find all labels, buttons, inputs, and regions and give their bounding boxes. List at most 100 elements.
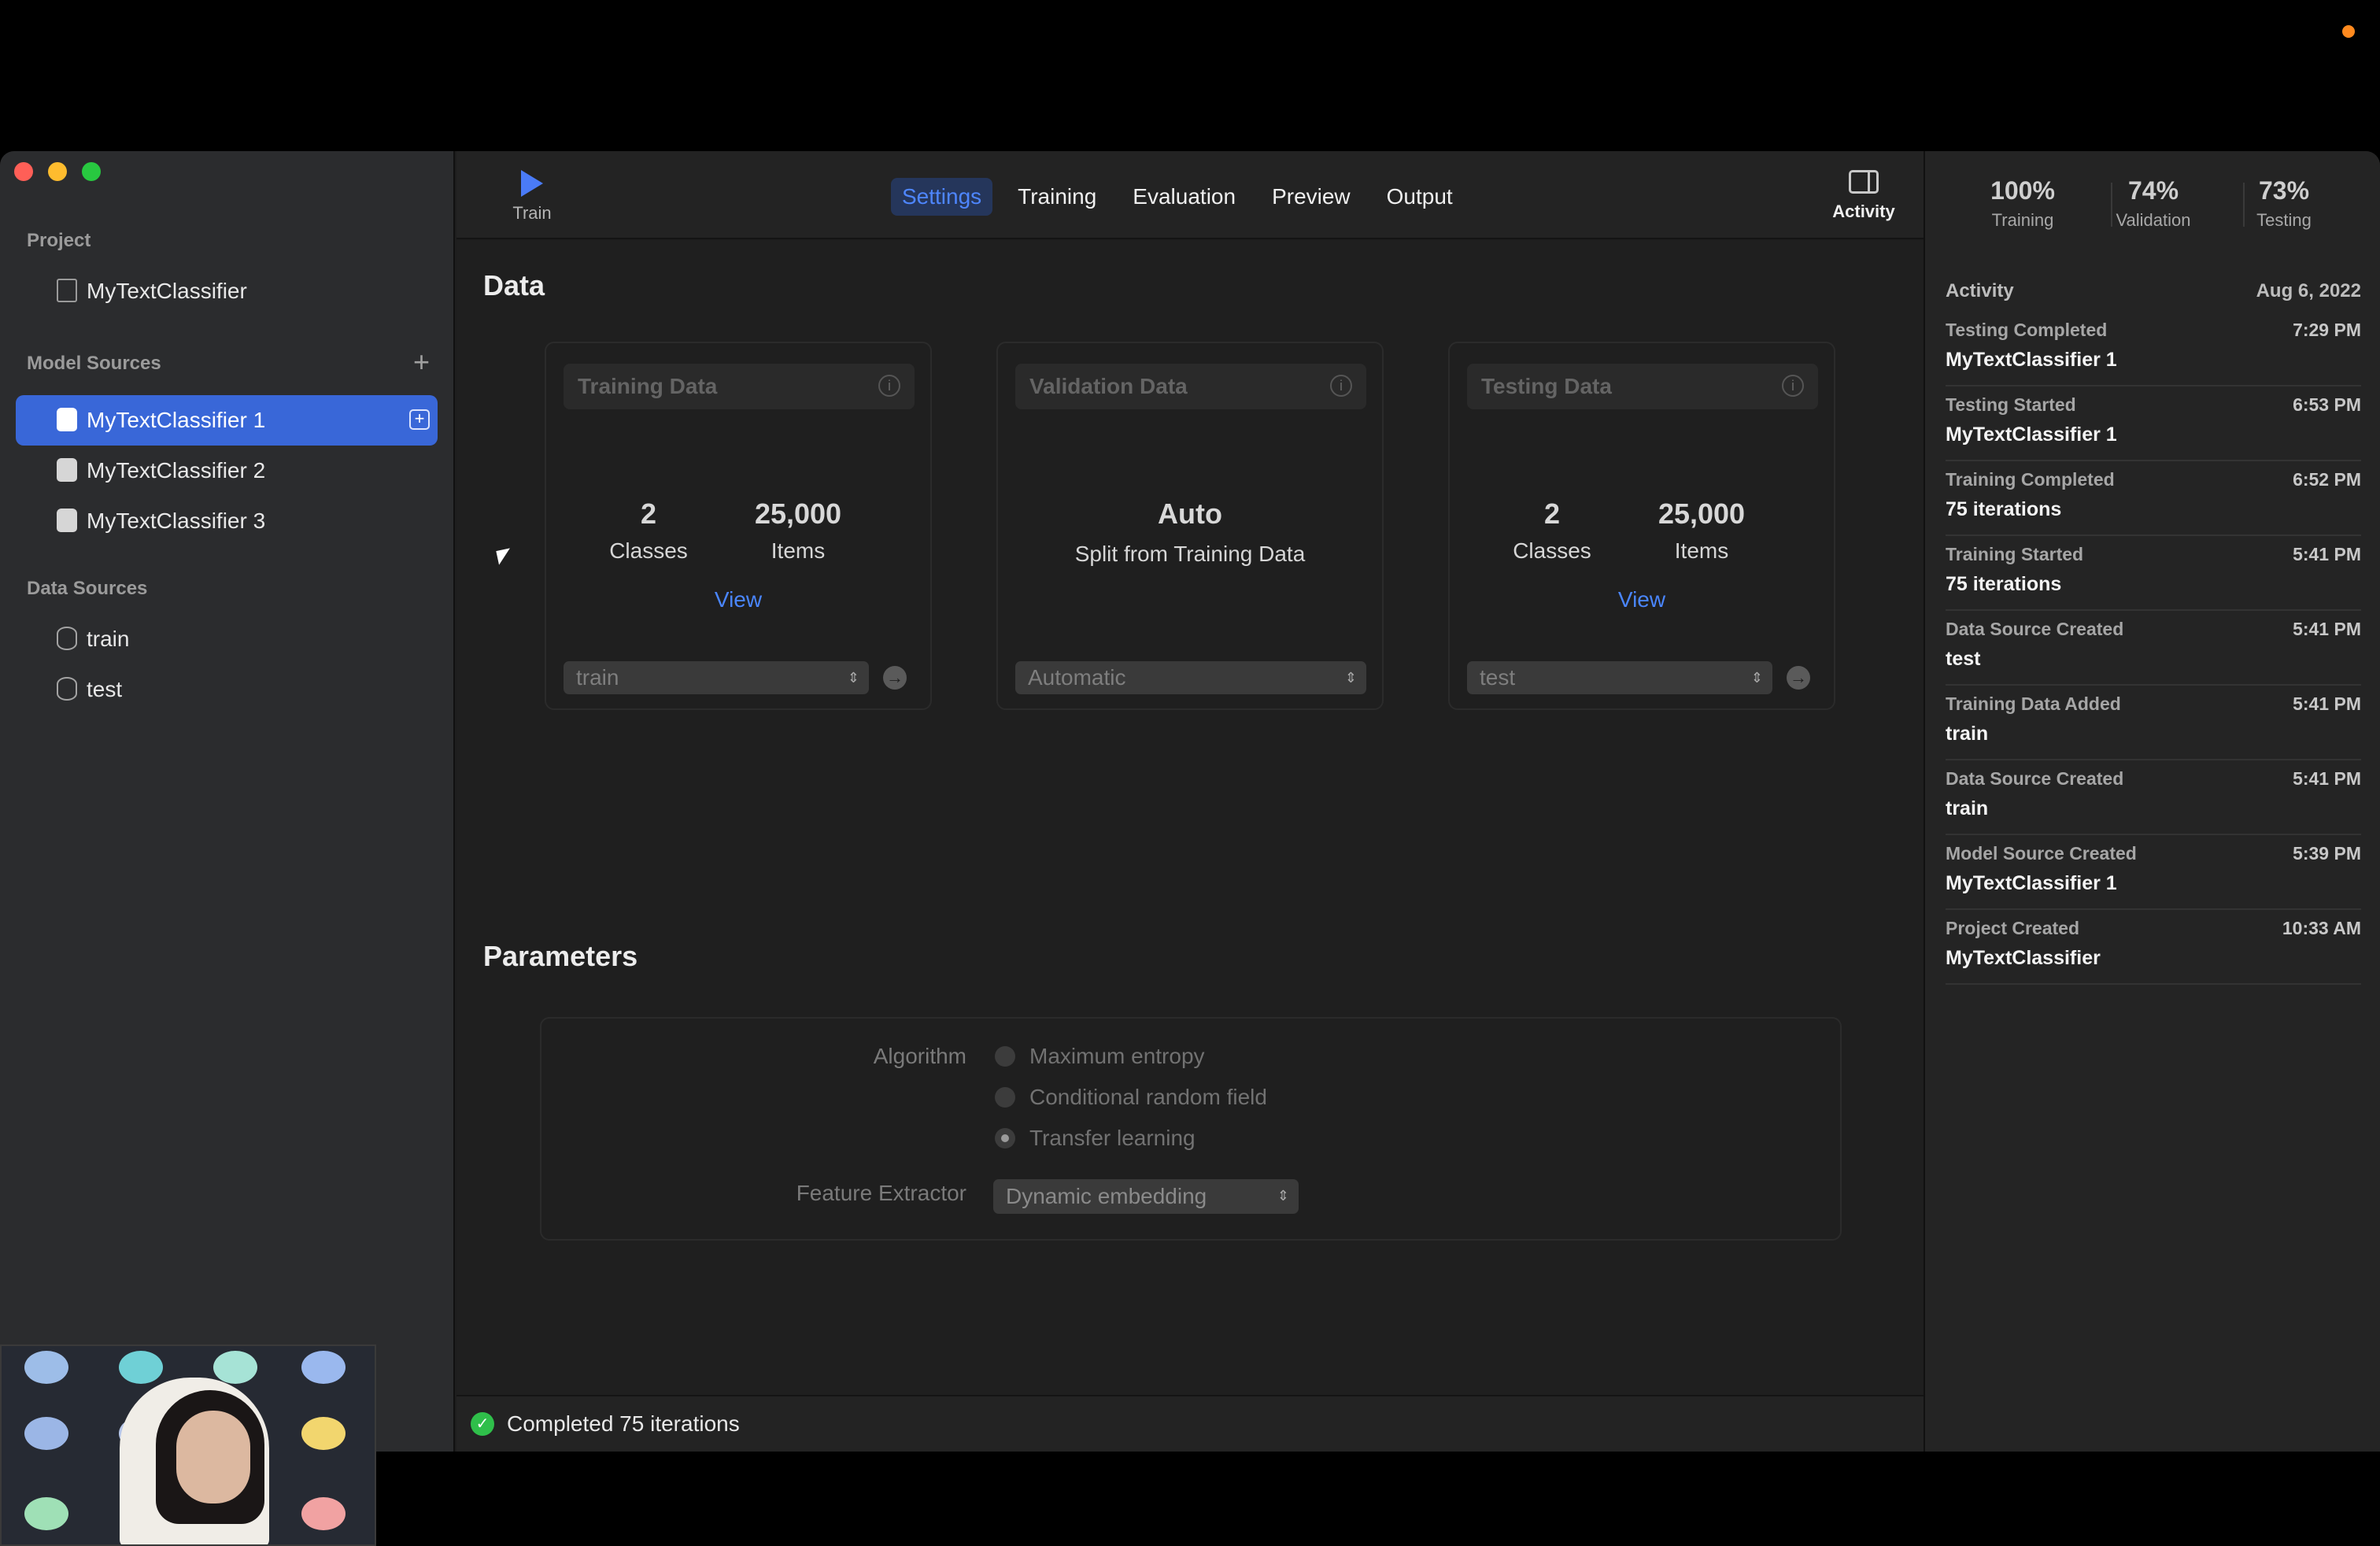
radio-button-selected: [995, 1128, 1015, 1148]
card-header: Training Data i: [564, 364, 915, 409]
validation-source-popup[interactable]: Automatic ⇕: [1015, 661, 1366, 694]
template-tile: [19, 1351, 74, 1395]
text-classification-icon: [24, 1497, 68, 1530]
event-time: 5:41 PM: [2293, 619, 2361, 639]
sidebar-item-project[interactable]: MyTextClassifier: [16, 266, 438, 316]
event-detail: 75 iterations: [1946, 573, 2062, 595]
list-item: Model Source Created 5:39 PM MyTextClass…: [1946, 835, 2361, 910]
radio-label: Transfer learning: [1029, 1126, 1196, 1150]
close-window-button[interactable]: [14, 162, 33, 181]
feature-extractor-popup[interactable]: Dynamic embedding ⇕: [993, 1179, 1299, 1214]
model-source-icon: [57, 408, 77, 431]
activity-date: Aug 6, 2022: [2256, 280, 2361, 301]
view-testing-data-link[interactable]: View: [1450, 587, 1834, 612]
recording-indicator: [2342, 25, 2355, 38]
zoom-window-button[interactable]: [82, 162, 101, 181]
duplicate-model-icon[interactable]: +: [409, 409, 430, 430]
train-button-label: Train: [512, 203, 552, 223]
activity-header: Activity Aug 6, 2022: [1946, 280, 2361, 302]
list-item: Training Completed 6:52 PM 75 iterations: [1946, 461, 2361, 536]
radio-button: [995, 1087, 1015, 1108]
event-time: 5:41 PM: [2293, 768, 2361, 789]
tab-training[interactable]: Training: [1007, 178, 1107, 216]
template-tile: [296, 1417, 351, 1461]
radio-conditional-random-field[interactable]: Conditional random field: [995, 1085, 1267, 1110]
training-source-popup[interactable]: train ⇕: [564, 661, 869, 694]
sidebar-item-model-source-1[interactable]: MyTextClassifier 1 +: [16, 395, 438, 446]
tab-settings[interactable]: Settings: [891, 178, 993, 216]
sidebar: Project MyTextClassifier Model Sources +…: [0, 151, 455, 1452]
screen: Project MyTextClassifier Model Sources +…: [0, 0, 2380, 1546]
testing-source-popup[interactable]: test ⇕: [1467, 661, 1772, 694]
template-tile: [19, 1497, 74, 1541]
items-label: Items: [771, 538, 826, 563]
sidebar-item-label: train: [87, 627, 130, 651]
sidebar-item-data-train[interactable]: train: [16, 614, 438, 664]
info-icon[interactable]: i: [1330, 375, 1352, 397]
object-detection-icon: [119, 1351, 163, 1384]
tab-preview[interactable]: Preview: [1261, 178, 1362, 216]
go-to-source-icon[interactable]: →: [1787, 666, 1810, 690]
style-transfer-icon: [213, 1351, 257, 1384]
chevron-updown-icon: ⇕: [1750, 670, 1763, 686]
presenter-face: [176, 1411, 250, 1503]
database-icon: [57, 627, 77, 650]
info-icon[interactable]: i: [878, 375, 900, 397]
metric-value: 100%: [1990, 176, 2055, 205]
metric-training: 100% Training: [1960, 176, 2086, 231]
event-time: 5:41 PM: [2293, 693, 2361, 714]
event-detail: 75 iterations: [1946, 498, 2062, 520]
action-classification-icon: [24, 1417, 68, 1450]
event-detail: MyTextClassifier 1: [1946, 872, 2117, 894]
testing-data-card: Testing Data i 2 Classes 25,000 Items Vi…: [1448, 342, 1835, 710]
activity-panel: 100% Training 74% Validation 73% Testing…: [1924, 151, 2380, 1452]
template-tile: [296, 1351, 351, 1395]
card-header: Testing Data i: [1467, 364, 1818, 409]
classes-stat: 2 Classes: [1513, 497, 1591, 564]
hand-pose-icon: [301, 1351, 346, 1384]
card-title: Training Data: [578, 374, 718, 398]
metric-validation: 74% Validation: [2090, 176, 2216, 231]
activity-title: Activity: [1946, 280, 2014, 301]
template-tile: [296, 1497, 351, 1541]
card-header: Validation Data i: [1015, 364, 1366, 409]
tab-output[interactable]: Output: [1376, 178, 1464, 216]
classes-count: 2: [640, 497, 657, 530]
classes-label: Classes: [1513, 538, 1591, 563]
card-title: Testing Data: [1481, 374, 1612, 398]
event-detail: MyTextClassifier: [1946, 947, 2101, 969]
sidebar-item-label: test: [87, 677, 123, 701]
event-time: 6:53 PM: [2293, 394, 2361, 415]
tab-evaluation[interactable]: Evaluation: [1122, 178, 1247, 216]
status-bar: ✓ Completed 75 iterations: [456, 1395, 1924, 1452]
metric-label: Training: [1991, 210, 2054, 230]
tab-bar: Settings Training Evaluation Preview Out…: [891, 178, 1464, 216]
sidebar-item-data-test[interactable]: test: [16, 664, 438, 715]
sound-classification-icon: [301, 1417, 346, 1450]
info-icon[interactable]: i: [1782, 375, 1804, 397]
activity-toggle-button[interactable]: Activity: [1824, 170, 1903, 222]
items-stat: 25,000 Items: [1646, 497, 1757, 564]
sidebar-item-model-source-3[interactable]: MyTextClassifier 3: [16, 496, 438, 546]
add-model-source-icon[interactable]: +: [413, 348, 430, 376]
metric-label: Validation: [2116, 210, 2191, 230]
event-time: 6:52 PM: [2293, 469, 2361, 490]
event-detail: MyTextClassifier 1: [1946, 349, 2117, 371]
sidebar-item-label: MyTextClassifier 1: [87, 408, 266, 432]
train-button[interactable]: Train: [501, 170, 564, 224]
radio-maximum-entropy[interactable]: Maximum entropy: [995, 1044, 1205, 1069]
card-title: Validation Data: [1029, 374, 1188, 398]
radio-transfer-learning[interactable]: Transfer learning: [995, 1126, 1196, 1151]
sidebar-item-label: MyTextClassifier 3: [87, 509, 266, 533]
sidebar-item-model-source-2[interactable]: MyTextClassifier 2: [16, 446, 438, 496]
sidebar-item-label: MyTextClassifier: [87, 279, 247, 303]
event-time: 10:33 AM: [2282, 918, 2361, 938]
minimize-window-button[interactable]: [48, 162, 67, 181]
radio-button: [995, 1046, 1015, 1067]
presenter-video-overlay: [0, 1344, 376, 1546]
items-label: Items: [1674, 538, 1729, 563]
view-training-data-link[interactable]: View: [546, 587, 930, 612]
feature-extractor-label: Feature Extractor: [796, 1181, 966, 1205]
go-to-source-icon[interactable]: →: [883, 666, 907, 690]
list-item: Training Data Added 5:41 PM train: [1946, 686, 2361, 760]
